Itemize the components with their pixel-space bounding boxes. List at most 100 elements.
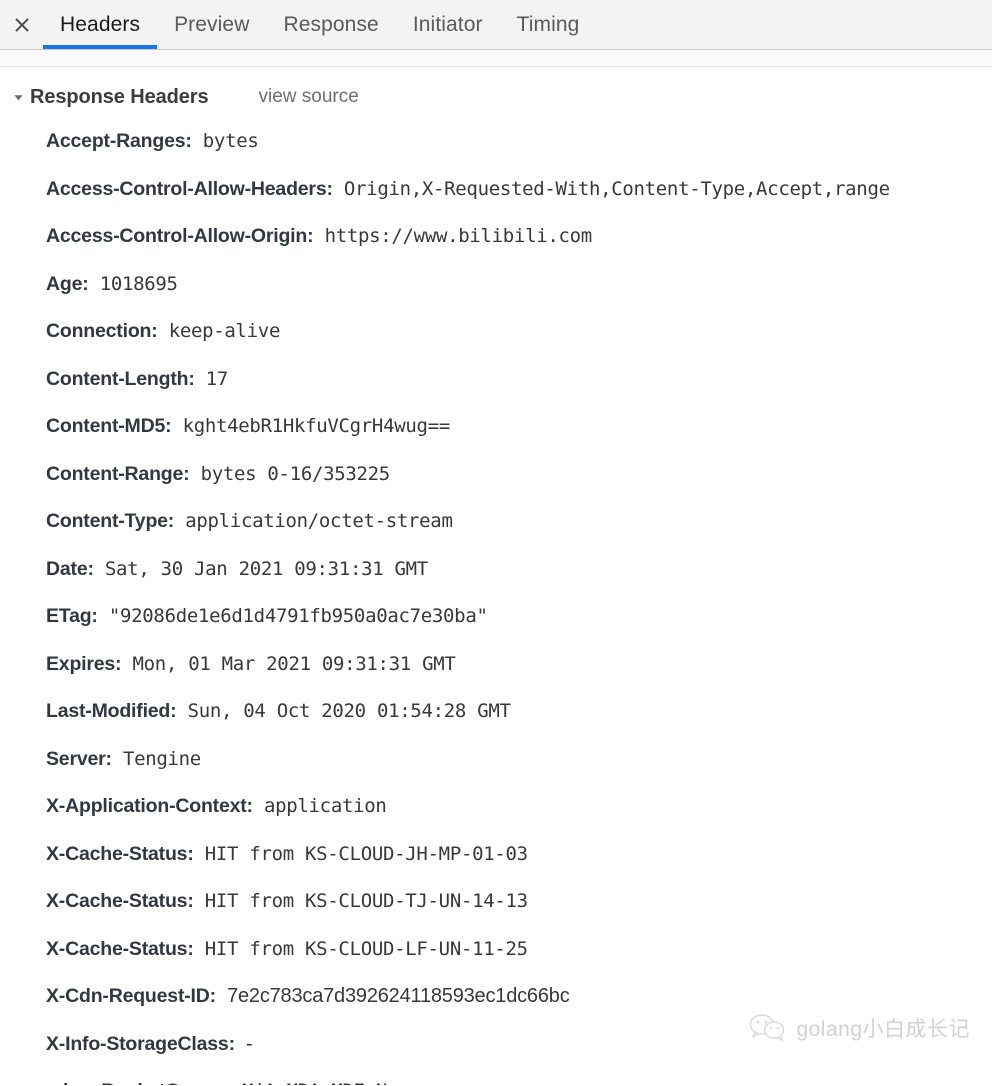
- header-name: Age:: [46, 272, 89, 295]
- header-value: MjAwMDAyMDEwNw==: [242, 1080, 421, 1085]
- header-separator-space: [176, 700, 187, 722]
- panel-subheader-strip: [0, 50, 992, 67]
- header-row[interactable]: Content-Type: application/octet-stream: [46, 501, 992, 549]
- header-row[interactable]: Connection: keep-alive: [46, 311, 992, 359]
- header-name: Content-Range:: [46, 462, 190, 485]
- header-name: Content-Type:: [46, 510, 175, 532]
- header-value: HIT from KS-CLOUD-LF-UN-11-25: [204, 937, 528, 960]
- header-row[interactable]: Content-Length: 17: [46, 359, 992, 407]
- header-name: Connection:: [46, 320, 158, 342]
- header-name: Expires:: [46, 652, 122, 675]
- header-value: HIT from KS-CLOUD-JH-MP-01-03: [204, 842, 528, 865]
- header-row[interactable]: X-Application-Context: application: [46, 786, 992, 834]
- header-separator-space: [112, 748, 123, 770]
- header-value: kght4ebR1HkfuVCgrH4wug==: [182, 415, 451, 437]
- header-row[interactable]: X-Info-StorageClass: -: [46, 1024, 992, 1072]
- header-row[interactable]: Age: 1018695: [46, 264, 992, 312]
- header-value: 1018695: [99, 272, 178, 295]
- header-name: x-kss-BucketOwner:: [46, 1080, 231, 1085]
- header-row[interactable]: Access-Control-Allow-Origin: https://www…: [46, 216, 992, 264]
- header-separator-space: [231, 1080, 242, 1085]
- header-name: X-Cdn-Request-ID:: [46, 985, 216, 1007]
- response-headers-list: Accept-Ranges: bytes Access-Control-Allow…: [0, 115, 992, 1085]
- header-name: Content-MD5:: [46, 415, 172, 437]
- header-value: -: [246, 1032, 253, 1055]
- header-separator-space: [171, 415, 182, 437]
- header-name: X-Info-StorageClass:: [46, 1032, 235, 1055]
- chevron-down-icon[interactable]: [10, 89, 26, 105]
- header-row[interactable]: X-Cache-Status: HIT from KS-CLOUD-TJ-UN-…: [46, 881, 992, 929]
- header-row[interactable]: X-Cache-Status: HIT from KS-CLOUD-JH-MP-…: [46, 834, 992, 882]
- header-separator-space: [333, 178, 344, 200]
- header-value: 17: [205, 367, 229, 390]
- header-value: "92086de1e6d1d4791fb950a0ac7e30ba": [108, 605, 488, 627]
- header-value: Mon, 01 Mar 2021 09:31:31 GMT: [132, 652, 456, 675]
- response-headers-section-header[interactable]: Response Headers view source: [0, 79, 992, 115]
- header-separator-space: [313, 225, 324, 247]
- close-icon: [14, 17, 30, 33]
- section-title: Response Headers: [30, 85, 209, 108]
- tab-headers[interactable]: Headers: [43, 0, 158, 49]
- header-name: X-Cache-Status:: [46, 890, 194, 912]
- header-value: Origin,X-Requested-With,Content-Type,Acc…: [343, 177, 890, 200]
- header-separator-space: [194, 843, 205, 865]
- header-separator-space: [192, 130, 203, 152]
- tab-response[interactable]: Response: [266, 0, 395, 49]
- tab-label: Timing: [516, 12, 580, 36]
- header-name: ETag:: [46, 605, 98, 627]
- header-row[interactable]: Content-MD5: kght4ebR1HkfuVCgrH4wug==: [46, 406, 992, 454]
- header-separator-space: [216, 985, 227, 1007]
- header-name: Last-Modified:: [46, 700, 177, 722]
- header-name: Accept-Ranges:: [46, 130, 192, 152]
- header-separator-space: [174, 510, 185, 532]
- header-name: Access-Control-Allow-Origin:: [46, 225, 314, 247]
- header-name: Server:: [46, 747, 112, 770]
- header-value: bytes 0-16/353225: [200, 462, 391, 485]
- header-separator-space: [158, 320, 169, 342]
- close-panel-button[interactable]: [0, 0, 43, 49]
- header-separator-space: [121, 653, 132, 675]
- header-separator-space: [89, 273, 100, 295]
- header-name: X-Cache-Status:: [46, 842, 194, 865]
- header-row[interactable]: Server: Tengine: [46, 739, 992, 787]
- header-separator-space: [98, 605, 109, 627]
- header-separator-space: [194, 938, 205, 960]
- header-row[interactable]: ETag: "92086de1e6d1d4791fb950a0ac7e30ba": [46, 596, 992, 644]
- header-row[interactable]: Access-Control-Allow-Headers: Origin,X-R…: [46, 169, 992, 217]
- header-separator-space: [194, 890, 205, 912]
- header-name: Date:: [46, 557, 94, 580]
- header-value: Sat, 30 Jan 2021 09:31:31 GMT: [104, 557, 428, 580]
- header-value: application: [263, 795, 387, 817]
- tab-label: Preview: [174, 12, 250, 36]
- header-row[interactable]: X-Cache-Status: HIT from KS-CLOUD-LF-UN-…: [46, 929, 992, 977]
- header-separator-space: [235, 1033, 246, 1055]
- header-value: HIT from KS-CLOUD-TJ-UN-14-13: [204, 890, 528, 912]
- header-row[interactable]: Expires: Mon, 01 Mar 2021 09:31:31 GMT: [46, 644, 992, 692]
- header-row[interactable]: Content-Range: bytes 0-16/353225: [46, 454, 992, 502]
- devtools-tab-bar: Headers Preview Response Initiator Timing: [0, 0, 992, 50]
- tab-preview[interactable]: Preview: [157, 0, 266, 49]
- header-name: X-Cache-Status:: [46, 937, 194, 960]
- header-name: Content-Length:: [46, 367, 195, 390]
- header-row[interactable]: X-Cdn-Request-ID: 7e2c783ca7d39262411859…: [46, 976, 992, 1024]
- header-value: bytes: [202, 130, 259, 152]
- header-row[interactable]: x-kss-BucketOwner: MjAwMDAyMDEwNw==: [46, 1071, 992, 1085]
- header-value: 7e2c783ca7d392624118593ec1dc66bc: [227, 985, 570, 1007]
- header-value: Sun, 04 Oct 2020 01:54:28 GMT: [187, 700, 511, 722]
- tab-label: Initiator: [412, 12, 483, 36]
- header-row[interactable]: Last-Modified: Sun, 04 Oct 2020 01:54:28…: [46, 691, 992, 739]
- tab-initiator[interactable]: Initiator: [396, 0, 500, 49]
- header-name: X-Application-Context:: [46, 795, 253, 817]
- header-name: Access-Control-Allow-Headers:: [46, 177, 333, 200]
- header-separator-space: [195, 368, 206, 390]
- header-value: https://www.bilibili.com: [324, 225, 593, 247]
- header-value: keep-alive: [168, 320, 281, 342]
- header-row[interactable]: Accept-Ranges: bytes: [46, 121, 992, 169]
- tab-label: Headers: [60, 12, 141, 36]
- header-row[interactable]: Date: Sat, 30 Jan 2021 09:31:31 GMT: [46, 549, 992, 597]
- tab-timing[interactable]: Timing: [500, 0, 597, 49]
- headers-panel-content: Response Headers view source Accept-Rang…: [0, 67, 992, 1085]
- view-source-link[interactable]: view source: [258, 86, 358, 108]
- tab-label: Response: [283, 12, 379, 36]
- header-separator-space: [94, 558, 105, 580]
